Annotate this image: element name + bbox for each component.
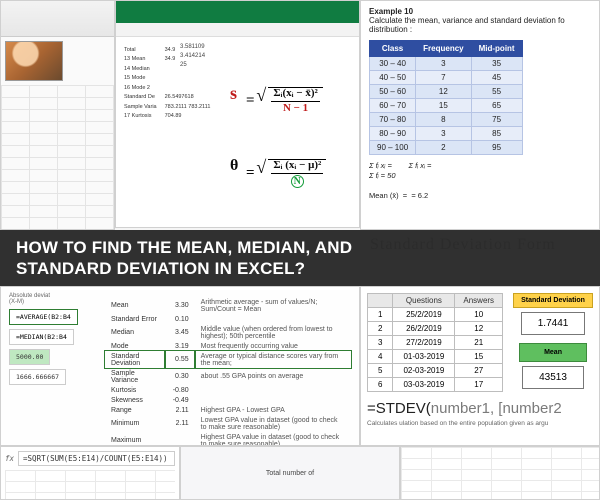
panel-mean-stdev-card: QuestionsAnswers 125/2/201910 226/2/2019… (360, 286, 600, 446)
panel-equation-whiteboard: Total34.9 13 Mean34.9 14 Median 15 Mode … (115, 0, 360, 228)
fx-icon[interactable]: fx (5, 454, 14, 463)
sum-fx-rhs: Σ fᵢ xᵢ = (409, 161, 432, 170)
mean-result: = 6.2 (411, 191, 428, 200)
mean-value: 43513 (522, 366, 584, 389)
table-row: Kurtosis-0.80 (105, 385, 351, 395)
headline-banner: HOW TO FIND THE MEAN, MEDIAN, AND STANDA… (0, 230, 600, 286)
panel-bottom-right (400, 446, 600, 500)
descriptive-stats-table: Mean3.30Arithmetic average - sum of valu… (105, 297, 351, 446)
formula-input[interactable]: =SQRT(SUM(E5:E14)/COUNT(E5:E14)) (18, 451, 175, 466)
sum-f-label: Σ fᵢ = 50 (369, 171, 396, 180)
sum-fx-label: Σ fᵢ xᵢ = (369, 161, 392, 170)
example-prompt2: distribution : (369, 25, 591, 34)
panel-spreadsheet-topleft (0, 0, 115, 230)
table-row: MaximumHighest GPA value in dataset (goo… (105, 432, 351, 446)
symbol-s: s (230, 83, 237, 104)
stdev-note: Calculates ulation based on the entire p… (367, 420, 593, 427)
mini-num: 3.414214 (180, 52, 205, 61)
formula-chip-average[interactable]: =AVERAGE(B2:B4 (9, 309, 78, 325)
sd-header: Standard Deviation (513, 293, 593, 308)
result-chip: 1666.666667 (9, 369, 66, 385)
excel-green-ribbon (116, 1, 359, 23)
equation-sample-sd: = Σᵢ(xᵢ − x̄)² N − 1 (246, 87, 323, 114)
result-chip: 5000.00 (9, 349, 50, 365)
panel-formula-bar: fx =SQRT(SUM(E5:E14)/COUNT(E5:E14)) (0, 446, 180, 500)
bottom-mid-text: Total number of (266, 470, 314, 477)
banner-line2: STANDARD DEVIATION IN EXCEL? (16, 259, 305, 278)
panel-example-frequency: Example 10 Calculate the mean, variance … (360, 0, 600, 230)
symbol-theta: θ (230, 157, 238, 175)
circled-n-icon: N (291, 175, 304, 188)
empty-grid[interactable] (1, 85, 114, 229)
mean-pill: Mean (519, 343, 587, 362)
frequency-table: Class Frequency Mid-point 30 – 40335 40 … (369, 40, 523, 155)
stdev-formula-display: =STDEV(number1, [number2 (367, 400, 593, 417)
mini-date-table[interactable]: QuestionsAnswers 125/2/201910 226/2/2019… (367, 293, 503, 392)
mean-label: Mean (x̄) (369, 191, 399, 200)
table-row: Range2.11Highest GPA - Lowest GPA (105, 405, 351, 415)
grid-snip[interactable] (5, 470, 175, 500)
sd-value: 1.7441 (521, 312, 586, 335)
panel-bottom-mid: Total number of (180, 446, 400, 500)
table-row: Minimum2.11Lowest GPA value in dataset (… (105, 415, 351, 432)
table-row: Mode3.19Most frequently occurring value (105, 341, 351, 351)
sub-ribbon (116, 23, 359, 37)
table-row: Mean3.30Arithmetic average - sum of valu… (105, 297, 351, 314)
table-row: Standard Error0.10 (105, 314, 351, 324)
example-title: Example 10 (369, 7, 591, 16)
embedded-photo (5, 41, 63, 81)
abs-subheader: (X-M) (9, 299, 24, 305)
table-row-selected: Standard Deviation0.55Average or typical… (105, 351, 351, 368)
table-row: Sample Variance0.30about .55 GPA points … (105, 368, 351, 385)
table-row: Skewness-0.49 (105, 395, 351, 405)
example-prompt: Calculate the mean, variance and standar… (369, 16, 591, 25)
mini-num: 25 (180, 61, 205, 70)
formula-chip-median[interactable]: =MEDIAN(B2:B4 (9, 329, 74, 345)
banner-line1: HOW TO FIND THE MEAN, MEDIAN, AND (16, 238, 352, 257)
equation-board: s = Σᵢ(xᵢ − x̄)² N − 1 θ = Σᵢ (xᵢ − μ)² (224, 39, 356, 225)
equation-population-sd: = Σᵢ (xᵢ − μ)² N (246, 159, 326, 188)
panel-explainer-stats: Absolute deviat (X-M) =AVERAGE(B2:B4 =ME… (0, 286, 360, 446)
mini-num: 3.581109 (180, 43, 205, 52)
ribbon-bar (1, 1, 114, 37)
table-row: Median3.45Middle value (when ordered fro… (105, 324, 351, 341)
grid-snip[interactable] (401, 447, 599, 499)
